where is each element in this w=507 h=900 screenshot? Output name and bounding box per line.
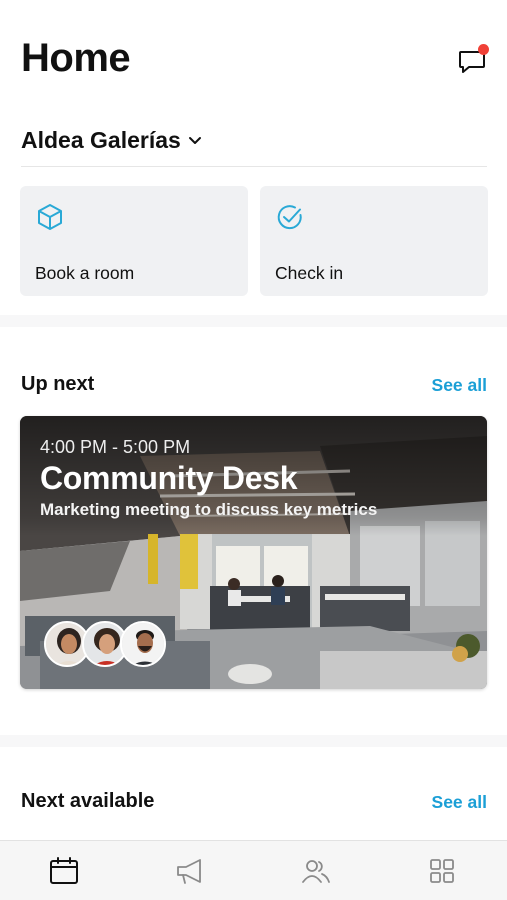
nav-item-apps[interactable] <box>378 841 504 900</box>
event-subtitle: Marketing meeting to discuss key metrics <box>40 500 378 519</box>
nav-item-announcements[interactable] <box>126 841 252 900</box>
people-icon <box>302 860 330 883</box>
section-separator <box>0 315 507 327</box>
calendar-icon <box>50 857 78 884</box>
check-in-button[interactable]: Check in <box>260 186 488 296</box>
megaphone-icon <box>177 859 201 884</box>
attendee-avatars <box>44 621 174 669</box>
divider <box>21 166 487 167</box>
section-separator <box>0 735 507 747</box>
nav-item-people[interactable] <box>252 841 378 900</box>
avatar <box>120 621 166 667</box>
header: Home <box>0 0 507 110</box>
event-time: 4:00 PM - 5:00 PM <box>40 437 191 457</box>
location-selector[interactable]: Aldea Galerías <box>21 125 203 155</box>
notification-badge <box>478 44 489 55</box>
up-next-see-all-link[interactable]: See all <box>432 375 487 396</box>
up-next-event-card[interactable]: 4:00 PM - 5:00 PM Community Desk Marketi… <box>20 416 487 689</box>
attendee-3-avatar <box>122 623 164 665</box>
check-circle-icon <box>277 205 302 230</box>
check-in-label: Check in <box>275 263 344 283</box>
bottom-navigation <box>0 840 507 900</box>
next-available-title: Next available <box>21 790 155 812</box>
chat-button[interactable] <box>454 42 492 80</box>
chevron-down-icon <box>188 137 201 144</box>
book-room-label: Book a room <box>35 263 135 283</box>
home-screen: Home Aldea Galerías Book a room Check in… <box>0 0 507 900</box>
page-title: Home <box>21 36 131 80</box>
location-name: Aldea Galerías <box>21 126 181 153</box>
next-available-see-all-link[interactable]: See all <box>432 792 487 813</box>
up-next-title: Up next <box>21 373 95 395</box>
event-title: Community Desk <box>40 460 298 496</box>
cube-icon <box>38 204 62 230</box>
book-room-button[interactable]: Book a room <box>20 186 248 296</box>
nav-item-calendar[interactable] <box>0 841 126 900</box>
grid-icon <box>430 859 454 883</box>
